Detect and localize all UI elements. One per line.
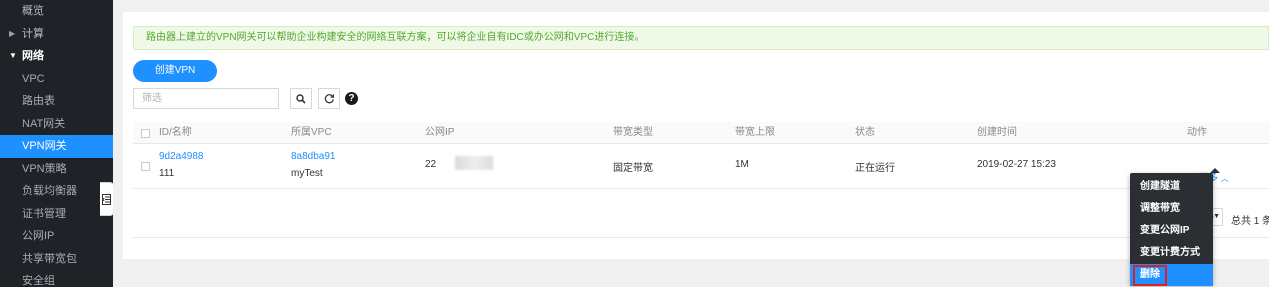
sidebar: 概览 ▶ 计算 ▼ 网络 VPC 路由表 NAT网关 VPN网关 VPN策略 负… xyxy=(0,0,113,287)
sidebar-item-route-table[interactable]: 路由表 xyxy=(0,90,113,113)
sidebar-item-label: 计算 xyxy=(22,27,44,40)
sidebar-item-label: VPN策略 xyxy=(22,162,67,175)
sidebar-item-label: 共享带宽包 xyxy=(22,252,77,265)
sidebar-item-label: VPC xyxy=(22,72,45,85)
status-text: 正在运行 xyxy=(855,163,895,174)
col-header-bandwidth-limit: 带宽上限 xyxy=(735,127,775,138)
table-header: ID/名称 所属VPC 公网IP 带宽类型 带宽上限 状态 创建时间 动作 xyxy=(133,122,1269,144)
collapse-left-icon xyxy=(102,193,111,205)
main-content: 路由器上建立的VPN网关可以帮助企业构建安全的网络互联方案，可以将企业自有IDC… xyxy=(113,0,1269,287)
help-icon[interactable]: ? xyxy=(345,92,358,105)
chevron-up-icon: ︿ xyxy=(1220,174,1229,183)
sidebar-item-certificates[interactable]: 证书管理 xyxy=(0,203,113,226)
sidebar-item-label: 网络 xyxy=(22,50,44,62)
sidebar-item-label: 概览 xyxy=(22,5,44,17)
pagination-total: 总共 1 条 xyxy=(1231,216,1269,227)
menu-pointer xyxy=(1210,168,1220,173)
create-vpn-button[interactable]: 创建VPN xyxy=(133,60,217,82)
info-notice: 路由器上建立的VPN网关可以帮助企业构建安全的网络互联方案，可以将企业自有IDC… xyxy=(133,26,1269,50)
sidebar-item-label: 路由表 xyxy=(22,95,55,107)
col-header-bandwidth-type: 带宽类型 xyxy=(613,127,653,138)
menu-item-change-billing[interactable]: 变更计费方式 xyxy=(1130,242,1213,264)
col-header-public-ip: 公网IP xyxy=(425,127,455,138)
table-divider xyxy=(133,237,1269,238)
public-ip: 22 xyxy=(425,159,437,170)
row-checkbox[interactable] xyxy=(141,162,150,171)
menu-item-delete[interactable]: 删除 xyxy=(1130,264,1213,286)
sidebar-item-compute[interactable]: ▶ 计算 xyxy=(0,23,113,46)
sidebar-item-label: 安全组 xyxy=(22,275,55,287)
menu-item-create-tunnel[interactable]: 创建隧道 xyxy=(1130,176,1213,198)
sidebar-item-label: 负载均衡器 xyxy=(22,185,77,197)
vpn-name: 111 xyxy=(159,168,175,179)
bandwidth-type: 固定带宽 xyxy=(613,163,653,174)
refresh-icon xyxy=(324,94,334,104)
bandwidth-limit: 1M xyxy=(735,159,749,170)
col-header-status: 状态 xyxy=(855,127,875,138)
col-header-id-name: ID/名称 xyxy=(159,127,192,138)
search-button[interactable] xyxy=(290,88,312,109)
sidebar-item-public-ip[interactable]: 公网IP xyxy=(0,225,113,248)
sidebar-item-nat-gateway[interactable]: NAT网关 xyxy=(0,113,113,136)
sidebar-item-label: 证书管理 xyxy=(22,207,66,220)
col-header-action: 动作 xyxy=(1187,127,1207,138)
search-icon xyxy=(296,93,306,104)
sidebar-item-shared-bandwidth[interactable]: 共享带宽包 xyxy=(0,248,113,271)
caret-down-icon: ▼ xyxy=(9,51,17,60)
vpn-id-link[interactable]: 9d2a4988 xyxy=(159,151,204,162)
sidebar-item-network[interactable]: ▼ 网络 xyxy=(0,45,113,68)
sidebar-item-label: 公网IP xyxy=(22,230,55,242)
caret-down-icon: ▼ xyxy=(1213,213,1220,220)
table-row: 9d2a4988 111 8a8dba91 myTest 22 固定带宽 1M … xyxy=(133,145,1269,189)
select-all-checkbox[interactable] xyxy=(141,129,150,138)
more-actions-menu: 创建隧道 调整带宽 变更公网IP 变更计费方式 删除 xyxy=(1130,168,1220,286)
filter-input[interactable]: 筛选 xyxy=(133,88,279,109)
sidebar-item-vpn-policy[interactable]: VPN策略 xyxy=(0,158,113,181)
vpc-name: myTest xyxy=(291,168,323,179)
sidebar-collapse-button[interactable] xyxy=(100,182,114,216)
sidebar-item-vpc[interactable]: VPC xyxy=(0,68,113,91)
vpc-id-link[interactable]: 8a8dba91 xyxy=(291,151,336,162)
redacted-ip xyxy=(455,156,493,170)
menu-item-adjust-bandwidth[interactable]: 调整带宽 xyxy=(1130,198,1213,220)
col-header-created: 创建时间 xyxy=(977,127,1017,138)
sidebar-item-overview[interactable]: 概览 xyxy=(0,0,113,23)
created-time: 2019-02-27 15:23 xyxy=(977,159,1056,170)
sidebar-item-load-balancer[interactable]: 负载均衡器 xyxy=(0,180,113,203)
highlight-box xyxy=(1133,265,1167,286)
sidebar-item-label: VPN网关 xyxy=(22,140,67,152)
menu-item-change-public-ip[interactable]: 变更公网IP xyxy=(1130,220,1213,242)
caret-right-icon: ▶ xyxy=(9,28,16,38)
sidebar-item-vpn-gateway[interactable]: VPN网关 xyxy=(0,135,113,158)
col-header-vpc: 所属VPC xyxy=(291,127,332,138)
vpn-gateway-panel: 路由器上建立的VPN网关可以帮助企业构建安全的网络互联方案，可以将企业自有IDC… xyxy=(123,12,1269,259)
sidebar-item-label: NAT网关 xyxy=(22,117,66,130)
refresh-button[interactable] xyxy=(318,88,340,109)
sidebar-item-security-group[interactable]: 安全组 xyxy=(0,270,113,287)
